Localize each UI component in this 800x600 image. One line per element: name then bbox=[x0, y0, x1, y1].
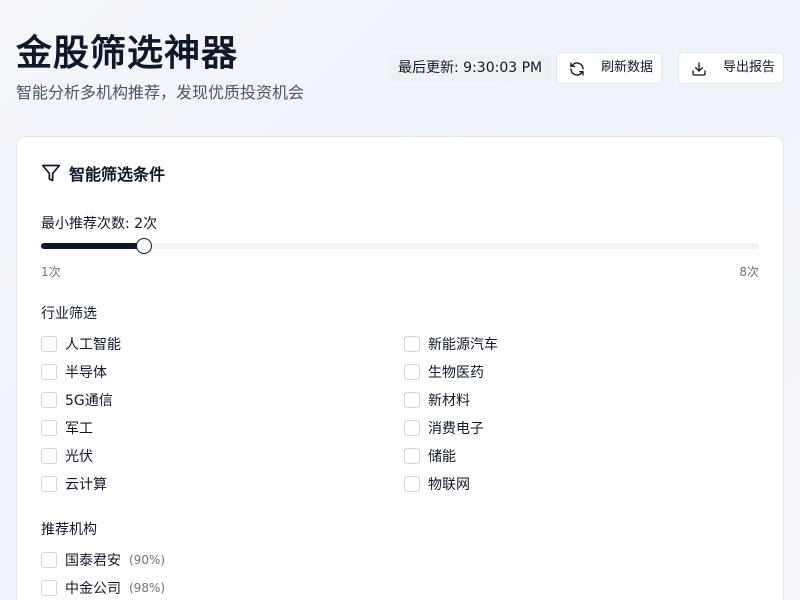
refresh-icon bbox=[570, 62, 584, 76]
refresh-button[interactable]: 刷新数据 bbox=[556, 52, 662, 84]
industry-checkbox[interactable] bbox=[41, 392, 57, 408]
industry-checkbox[interactable] bbox=[41, 336, 57, 352]
download-icon bbox=[692, 62, 706, 76]
industry-checkbox-label: 云计算 bbox=[65, 477, 107, 493]
industry-checkbox[interactable] bbox=[41, 364, 57, 380]
industry-checkbox-item[interactable]: 消费电子 bbox=[404, 418, 484, 438]
industry-checkbox-label: 半导体 bbox=[65, 365, 107, 381]
refresh-button-label: 刷新数据 bbox=[601, 60, 654, 75]
industry-checkbox-item[interactable]: 半导体 bbox=[41, 362, 107, 382]
slider-min-label: 1次 bbox=[41, 265, 61, 279]
slider-thumb[interactable] bbox=[135, 238, 152, 254]
industry-checkbox[interactable] bbox=[41, 420, 57, 436]
industry-checkbox[interactable] bbox=[404, 336, 420, 352]
industry-checkbox-label: 新能源汽车 bbox=[428, 337, 498, 353]
agency-accuracy-pct: (98%) bbox=[129, 581, 166, 595]
industry-checkbox[interactable] bbox=[404, 448, 420, 464]
industry-checkbox-item[interactable]: 军工 bbox=[41, 418, 93, 438]
agency-checkbox-item[interactable]: 中金公司 (98%) bbox=[41, 578, 165, 598]
industry-checkbox-label: 生物医药 bbox=[428, 365, 484, 381]
min-recommend-slider[interactable] bbox=[41, 238, 759, 254]
industry-checkbox-item[interactable]: 人工智能 bbox=[41, 334, 121, 354]
industry-checkbox-label: 消费电子 bbox=[428, 421, 484, 437]
industry-checkbox-label: 人工智能 bbox=[65, 337, 121, 353]
industry-filter-label: 行业筛选 bbox=[41, 306, 97, 322]
page-subtitle: 智能分析多机构推荐，发现优质投资机会 bbox=[16, 83, 305, 102]
industry-checkbox-item[interactable]: 物联网 bbox=[404, 474, 470, 494]
industry-checkbox-label: 储能 bbox=[428, 449, 456, 465]
last-update-prefix: 最后更新: bbox=[398, 60, 459, 76]
industry-checkbox[interactable] bbox=[404, 392, 420, 408]
slider-max-label: 8次 bbox=[739, 265, 759, 279]
filter-title-text: 智能筛选条件 bbox=[69, 165, 166, 184]
industry-checkbox[interactable] bbox=[404, 364, 420, 380]
export-button-label: 导出报告 bbox=[723, 60, 776, 75]
agency-checkbox-item[interactable]: 国泰君安 (90%) bbox=[41, 550, 165, 570]
industry-checkbox-label: 新材料 bbox=[428, 393, 470, 409]
industry-checkbox-item[interactable]: 储能 bbox=[404, 446, 456, 466]
industry-checkbox[interactable] bbox=[404, 420, 420, 436]
agency-filter-label: 推荐机构 bbox=[41, 522, 97, 538]
filter-icon bbox=[41, 164, 61, 182]
industry-checkbox-item[interactable]: 云计算 bbox=[41, 474, 107, 494]
industry-checkbox-item[interactable]: 5G通信 bbox=[41, 390, 113, 410]
industry-checkbox-label: 光伏 bbox=[65, 449, 93, 465]
industry-checkbox-item[interactable]: 光伏 bbox=[41, 446, 93, 466]
industry-checkbox[interactable] bbox=[41, 448, 57, 464]
slider-fill bbox=[41, 243, 144, 249]
agency-accuracy-pct: (90%) bbox=[129, 553, 166, 567]
export-button[interactable]: 导出报告 bbox=[678, 52, 784, 84]
page-header: 金股筛选神器 智能分析多机构推荐，发现优质投资机会 最后更新: 9:30:03 … bbox=[16, 30, 784, 110]
industry-checkbox-label: 5G通信 bbox=[65, 393, 113, 409]
filter-card-title: 智能筛选条件 bbox=[41, 161, 165, 185]
last-update-badge: 最后更新: 9:30:03 PM bbox=[389, 55, 552, 81]
industry-checkbox-item[interactable]: 新能源汽车 bbox=[404, 334, 498, 354]
agency-checkbox-label: 国泰君安 bbox=[65, 553, 121, 569]
industry-checkbox-label: 物联网 bbox=[428, 477, 470, 493]
industry-checkbox-item[interactable]: 生物医药 bbox=[404, 362, 484, 382]
industry-checkbox[interactable] bbox=[404, 476, 420, 492]
last-update-time: 9:30:03 PM bbox=[463, 60, 543, 76]
agency-checkbox-label: 中金公司 bbox=[65, 581, 121, 597]
agency-checkbox[interactable] bbox=[41, 580, 57, 596]
filter-card: 智能筛选条件 最小推荐次数: 2次 1次 8次 行业筛选 人工智能 新能源汽车半导… bbox=[16, 136, 784, 600]
page-title: 金股筛选神器 bbox=[16, 33, 239, 74]
industry-checkbox-label: 军工 bbox=[65, 421, 93, 437]
industry-checkbox[interactable] bbox=[41, 476, 57, 492]
industry-checkbox-item[interactable]: 新材料 bbox=[404, 390, 470, 410]
agency-checkbox[interactable] bbox=[41, 552, 57, 568]
min-recommend-label: 最小推荐次数: 2次 bbox=[41, 216, 158, 232]
